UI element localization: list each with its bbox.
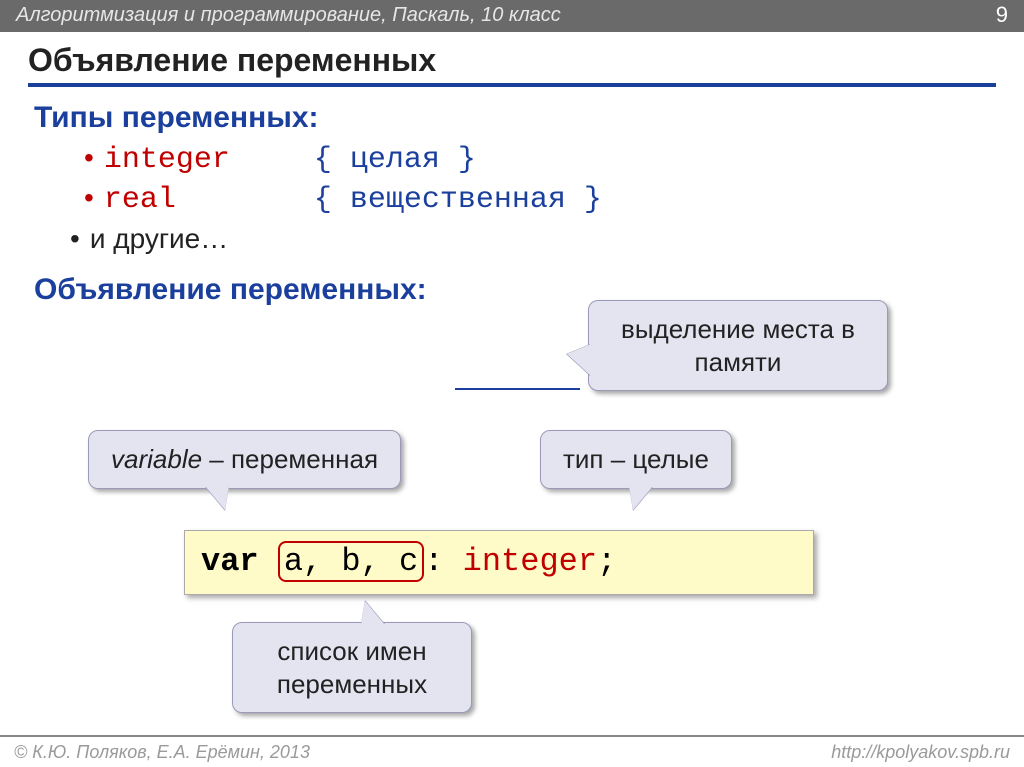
callout-tail-icon: [567, 344, 591, 376]
header-bar: Алгоритмизация и программирование, Паска…: [0, 0, 1024, 32]
callout-type: тип – целые: [540, 430, 732, 489]
type-list: • integer { целая } • real { вещественна…: [84, 143, 996, 255]
callout-tail-icon: [629, 486, 653, 510]
footer-url: http://kpolyakov.spb.ru: [831, 742, 1010, 763]
callout-memory: выделение места в памяти: [588, 300, 888, 391]
callout-tail-icon: [361, 601, 385, 625]
type-comment: { вещественная }: [314, 183, 602, 217]
callout-variable: variable – переменная: [88, 430, 401, 489]
code-keyword-var: var: [201, 543, 259, 580]
callout-text: список имен переменных: [277, 636, 427, 699]
footer-author: К.Ю. Поляков, Е.А. Ерёмин, 2013: [14, 742, 310, 763]
code-var-list: a, b, c: [284, 543, 418, 580]
type-comment: { целая }: [314, 143, 476, 177]
code-var-list-outline: a, b, c: [278, 541, 424, 582]
types-more: и другие…: [90, 223, 228, 255]
list-item: • и другие…: [70, 223, 996, 255]
breadcrumb: Алгоритмизация и программирование, Паска…: [16, 4, 561, 27]
list-item: • integer { целая }: [84, 143, 996, 177]
code-colon: :: [424, 543, 462, 580]
code-type-keyword: integer: [463, 543, 597, 580]
callout-names: список имен переменных: [232, 622, 472, 713]
callout-text: выделение места в памяти: [621, 314, 855, 377]
page-number: 9: [996, 2, 1008, 28]
list-item: • real { вещественная }: [84, 183, 996, 217]
type-keyword: integer: [104, 143, 314, 177]
callout-tail-icon: [205, 486, 229, 510]
callout-prefix: variable: [111, 444, 202, 474]
connector-line: [455, 388, 580, 390]
footer-bar: К.Ю. Поляков, Е.А. Ерёмин, 2013 http://k…: [0, 735, 1024, 767]
callout-suffix: – переменная: [202, 444, 378, 474]
bullet-icon: •: [84, 144, 94, 172]
code-box: var a, b, c : integer;: [184, 530, 814, 595]
types-heading: Типы переменных:: [34, 101, 996, 135]
slide-content: Объявление переменных Типы переменных: •…: [0, 32, 1024, 732]
type-keyword: real: [104, 183, 314, 217]
callout-text: тип – целые: [563, 444, 709, 474]
bullet-icon: •: [84, 184, 94, 212]
code-semi: ;: [597, 543, 616, 580]
bullet-icon: •: [70, 225, 80, 253]
page-title: Объявление переменных: [28, 42, 996, 87]
